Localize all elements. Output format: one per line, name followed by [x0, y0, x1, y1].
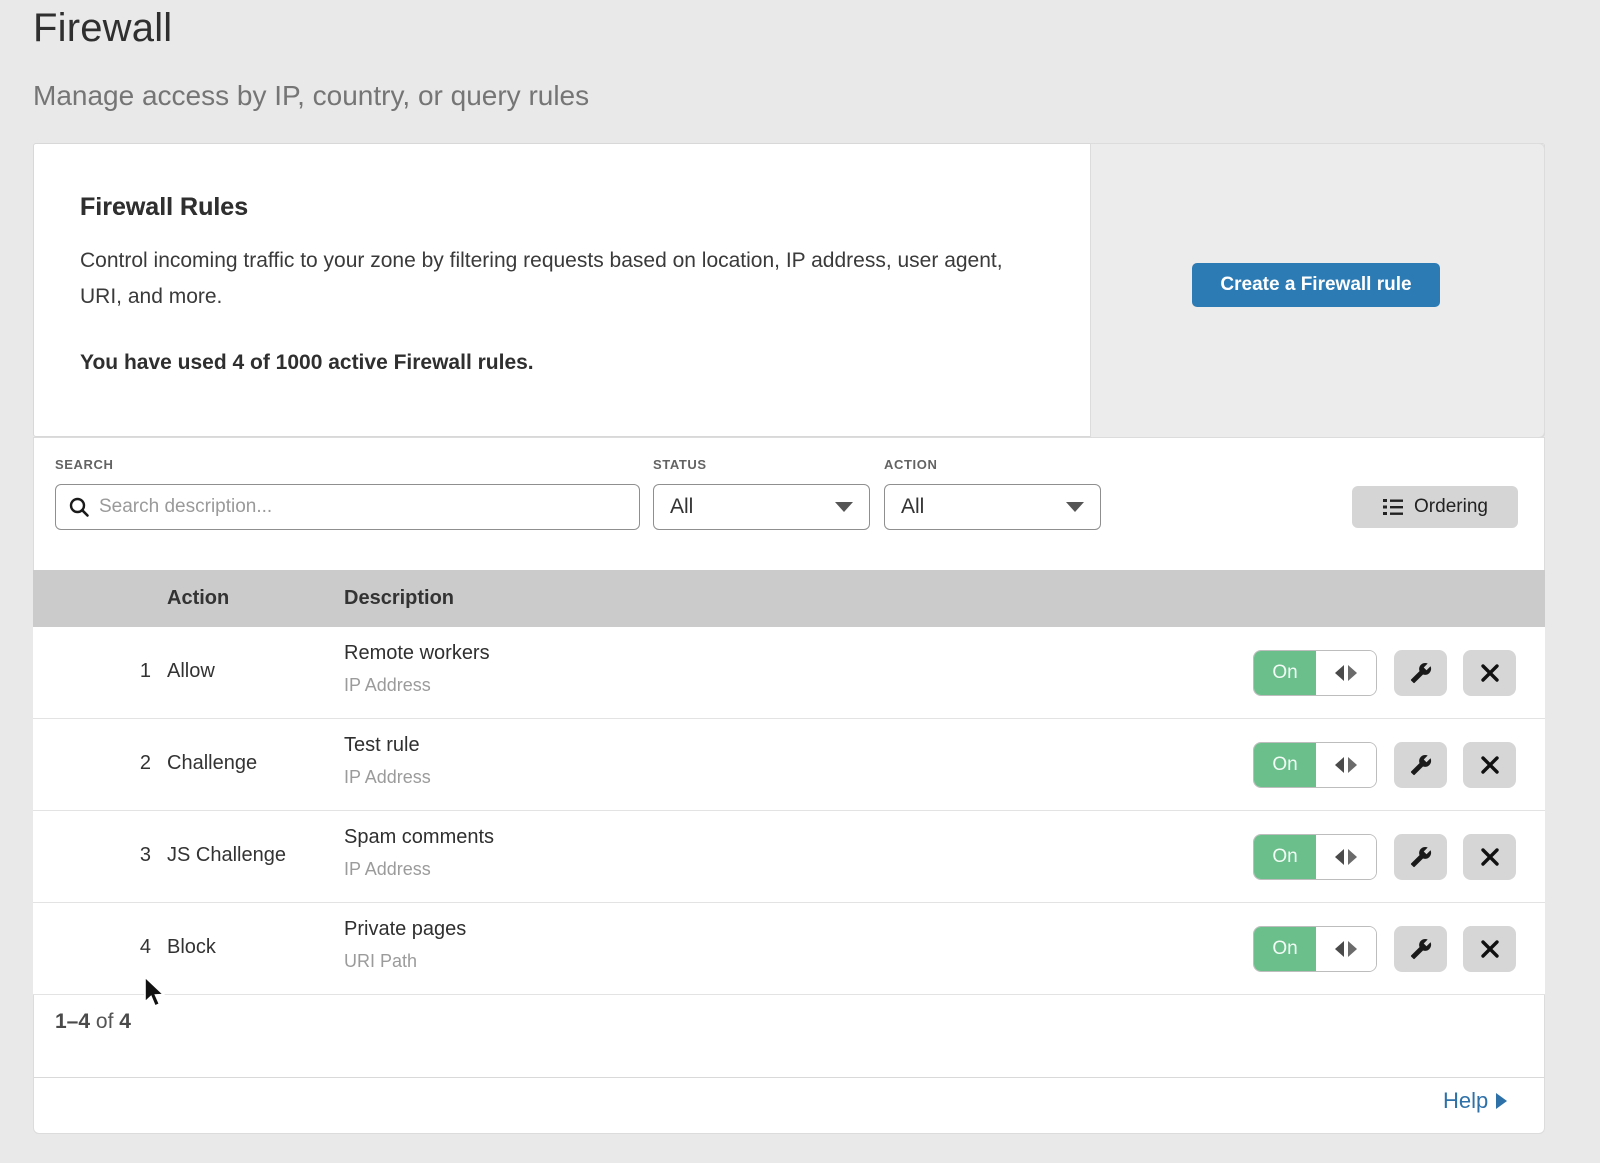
rule-match-type: URI Path — [344, 951, 417, 972]
close-icon — [1480, 663, 1500, 683]
rule-action: Allow — [167, 660, 215, 683]
toggle-on-label: On — [1254, 651, 1316, 695]
arrow-right-icon — [1348, 941, 1357, 957]
close-icon — [1480, 847, 1500, 867]
pagination-total: 4 — [119, 1010, 131, 1033]
search-box[interactable] — [55, 484, 640, 530]
rule-action: JS Challenge — [167, 844, 286, 867]
wrench-icon — [1410, 754, 1432, 776]
toggle-on-label: On — [1254, 835, 1316, 879]
page-title: Firewall — [33, 6, 172, 51]
close-icon — [1480, 755, 1500, 775]
status-select-value: All — [670, 495, 693, 519]
ordering-button[interactable]: Ordering — [1352, 486, 1518, 528]
rule-priority: 3 — [95, 844, 151, 867]
rule-enabled-toggle[interactable]: On — [1253, 742, 1377, 788]
rule-match-type: IP Address — [344, 675, 431, 696]
edit-rule-button[interactable] — [1394, 742, 1447, 788]
rule-description: Spam comments — [344, 826, 494, 849]
toggle-drag-handle[interactable] — [1316, 927, 1376, 971]
rule-action: Block — [167, 936, 216, 959]
rule-match-type: IP Address — [344, 859, 431, 880]
create-firewall-rule-button[interactable]: Create a Firewall rule — [1192, 263, 1440, 307]
arrow-left-icon — [1335, 757, 1344, 773]
firewall-rules-description: Control incoming traffic to your zone by… — [80, 243, 1030, 315]
delete-rule-button[interactable] — [1463, 926, 1516, 972]
arrow-right-icon — [1348, 757, 1357, 773]
help-link[interactable]: Help — [1443, 1088, 1507, 1114]
arrow-right-icon — [1348, 665, 1357, 681]
search-input[interactable] — [99, 496, 627, 518]
delete-rule-button[interactable] — [1463, 742, 1516, 788]
firewall-rules-heading: Firewall Rules — [80, 193, 248, 222]
rule-priority: 2 — [95, 752, 151, 775]
page-subtitle: Manage access by IP, country, or query r… — [33, 80, 589, 112]
rule-enabled-toggle[interactable]: On — [1253, 834, 1377, 880]
pagination-status: 1–4 of 4 — [55, 1010, 131, 1034]
toggle-on-label: On — [1254, 927, 1316, 971]
search-label: SEARCH — [55, 457, 114, 472]
table-row: 1 Allow Remote workers IP Address On — [33, 627, 1545, 719]
ordered-list-icon — [1382, 497, 1404, 517]
edit-rule-button[interactable] — [1394, 834, 1447, 880]
column-header-description: Description — [344, 587, 454, 610]
toggle-on-label: On — [1254, 743, 1316, 787]
column-header-action: Action — [167, 587, 229, 610]
rule-priority: 1 — [95, 660, 151, 683]
action-select-value: All — [901, 495, 924, 519]
toggle-drag-handle[interactable] — [1316, 651, 1376, 695]
chevron-down-icon — [835, 502, 853, 512]
delete-rule-button[interactable] — [1463, 650, 1516, 696]
table-row: 3 JS Challenge Spam comments IP Address … — [33, 811, 1545, 903]
pagination-range: 1–4 — [55, 1010, 90, 1033]
edit-rule-button[interactable] — [1394, 650, 1447, 696]
table-header: Action Description — [33, 570, 1545, 627]
rule-description: Private pages — [344, 918, 466, 941]
search-icon — [68, 496, 90, 518]
table-row: 4 Block Private pages URI Path On — [33, 903, 1545, 995]
close-icon — [1480, 939, 1500, 959]
chevron-down-icon — [1066, 502, 1084, 512]
arrow-left-icon — [1335, 849, 1344, 865]
table-row: 2 Challenge Test rule IP Address On — [33, 719, 1545, 811]
toggle-drag-handle[interactable] — [1316, 743, 1376, 787]
arrow-right-icon — [1496, 1093, 1507, 1109]
footer-divider — [34, 1077, 1544, 1078]
rule-priority: 4 — [95, 936, 151, 959]
wrench-icon — [1410, 846, 1432, 868]
delete-rule-button[interactable] — [1463, 834, 1516, 880]
wrench-icon — [1410, 662, 1432, 684]
rule-description: Test rule — [344, 734, 420, 757]
firewall-rules-usage: You have used 4 of 1000 active Firewall … — [80, 351, 534, 375]
edit-rule-button[interactable] — [1394, 926, 1447, 972]
rule-enabled-toggle[interactable]: On — [1253, 650, 1377, 696]
toggle-drag-handle[interactable] — [1316, 835, 1376, 879]
rule-enabled-toggle[interactable]: On — [1253, 926, 1377, 972]
rule-description: Remote workers — [344, 642, 490, 665]
arrow-left-icon — [1335, 941, 1344, 957]
rule-action: Challenge — [167, 752, 257, 775]
pagination-of: of — [96, 1010, 114, 1033]
status-select[interactable]: All — [653, 484, 870, 530]
rule-match-type: IP Address — [344, 767, 431, 788]
ordering-button-label: Ordering — [1414, 496, 1488, 518]
wrench-icon — [1410, 938, 1432, 960]
action-label: ACTION — [884, 457, 937, 472]
arrow-left-icon — [1335, 665, 1344, 681]
action-select[interactable]: All — [884, 484, 1101, 530]
status-label: STATUS — [653, 457, 707, 472]
arrow-right-icon — [1348, 849, 1357, 865]
help-link-label: Help — [1443, 1088, 1488, 1114]
